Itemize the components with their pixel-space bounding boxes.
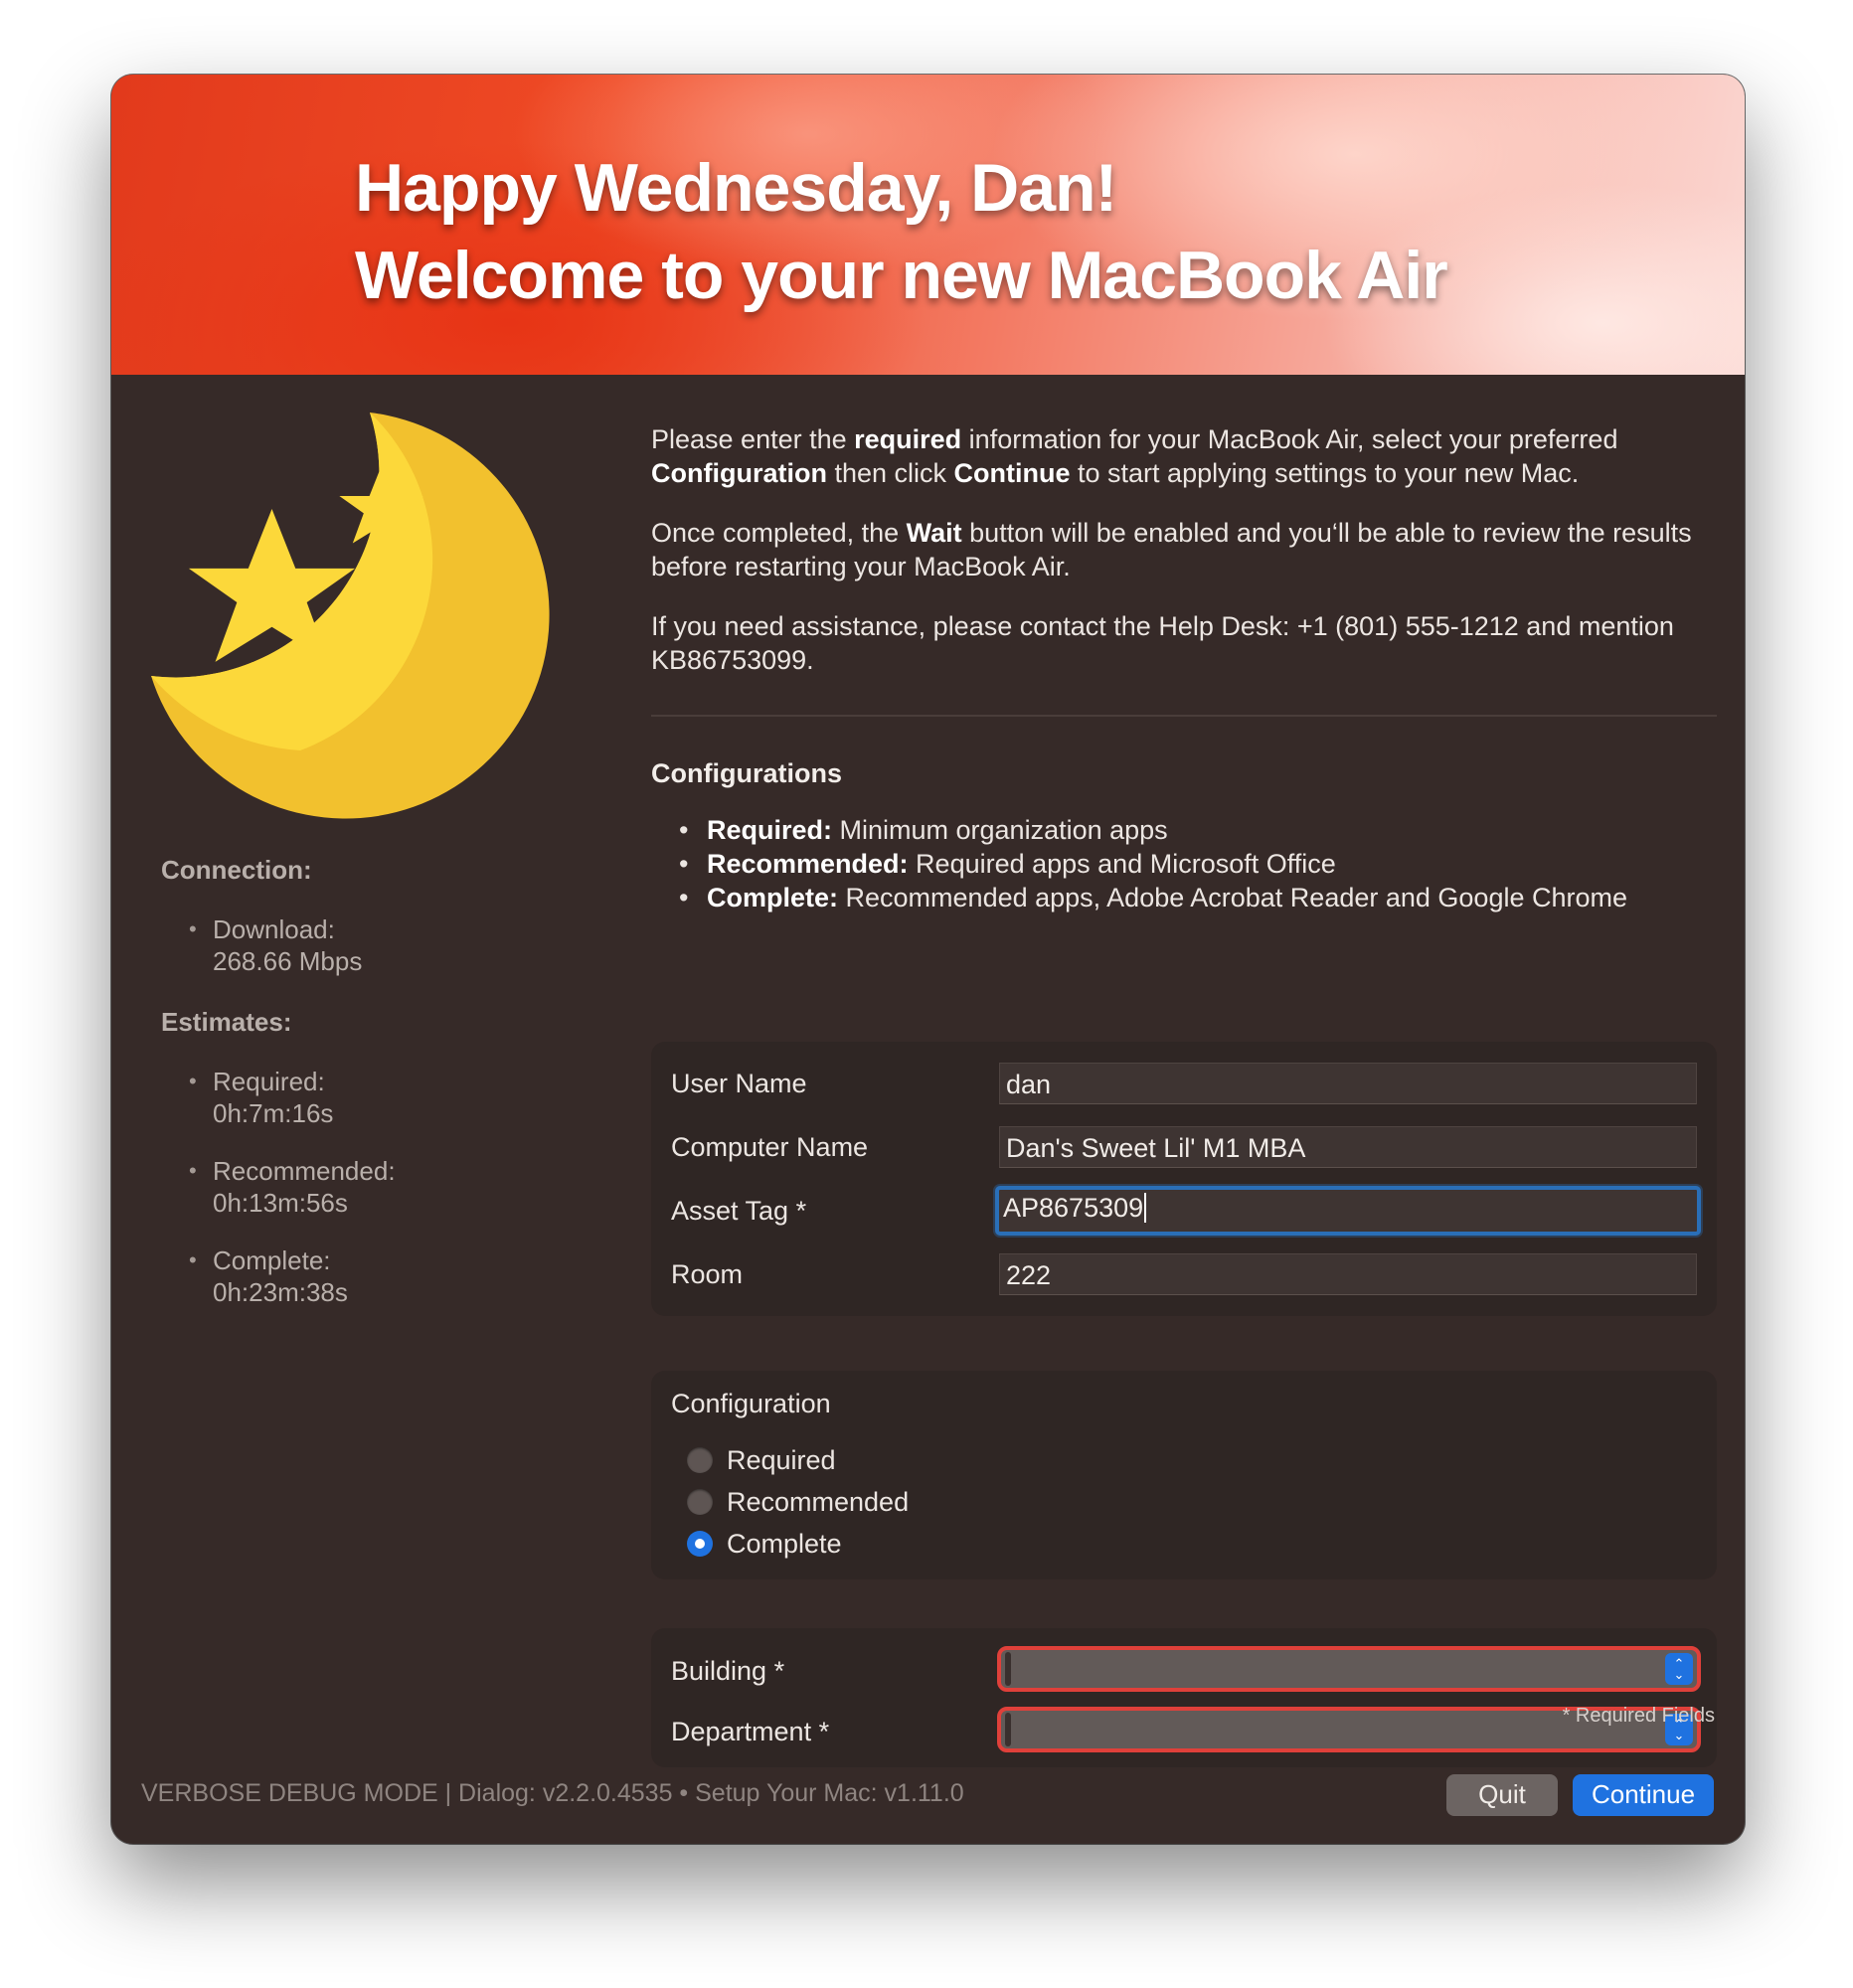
- radio-label: Required: [727, 1444, 836, 1475]
- building-row: Building * ⌃ ⌄: [671, 1646, 1701, 1694]
- main-content: Please enter the required information fo…: [651, 422, 1717, 914]
- divider: [651, 715, 1717, 717]
- estimate-label: Recommended:: [213, 1156, 396, 1186]
- building-label: Building *: [671, 1656, 785, 1686]
- setup-window: Happy Wednesday, Dan! Welcome to your ne…: [111, 75, 1745, 1844]
- user-name-input[interactable]: dan: [999, 1063, 1697, 1104]
- room-label: Room: [671, 1259, 744, 1289]
- configuration-radio-panel: Configuration Required Recommended Compl…: [651, 1371, 1717, 1579]
- user-name-row: User Name dan: [671, 1063, 1697, 1106]
- sidebar: Connection: Download: 268.66 Mbps Estima…: [161, 855, 579, 1338]
- continue-button[interactable]: Continue: [1573, 1774, 1714, 1816]
- estimate-value: 0h:13m:56s: [213, 1188, 348, 1218]
- asset-tag-input[interactable]: AP8675309: [995, 1186, 1701, 1236]
- user-name-label: User Name: [671, 1069, 807, 1098]
- moon-stars-icon: [151, 413, 569, 830]
- intro-paragraph-2: Once completed, the Wait button will be …: [651, 518, 1692, 581]
- room-input[interactable]: 222: [999, 1253, 1697, 1295]
- banner-title: Happy Wednesday, Dan! Welcome to your ne…: [355, 144, 1697, 319]
- asset-tag-row: Asset Tag * AP8675309: [671, 1186, 1701, 1236]
- estimate-required: Required: 0h:7m:16s: [161, 1066, 579, 1129]
- banner-greeting: Happy Wednesday, Dan!: [355, 150, 1117, 226]
- connection-list: Download: 268.66 Mbps: [161, 913, 579, 977]
- radio-required[interactable]: Required: [687, 1443, 836, 1477]
- department-row: Department * ⌃ ⌄: [671, 1707, 1701, 1754]
- computer-name-label: Computer Name: [671, 1132, 869, 1162]
- footer-info: VERBOSE DEBUG MODE | Dialog: v2.2.0.4535…: [141, 1779, 964, 1807]
- department-label: Department *: [671, 1717, 830, 1746]
- estimate-value: 0h:7m:16s: [213, 1098, 334, 1128]
- selects-panel: Building * ⌃ ⌄ Department * ⌃ ⌄: [651, 1628, 1717, 1767]
- radio-label: Complete: [727, 1528, 842, 1559]
- download-label: Download:: [213, 914, 335, 944]
- quit-button[interactable]: Quit: [1446, 1774, 1558, 1816]
- intro-paragraph-1: Please enter the required information fo…: [651, 424, 1618, 488]
- download-value: 268.66 Mbps: [213, 946, 363, 976]
- config-item-complete: Complete: Recommended apps, Adobe Acroba…: [651, 881, 1717, 914]
- computer-name-input[interactable]: Dan's Sweet Lil' M1 MBA: [999, 1126, 1697, 1168]
- config-item-required: Required: Minimum organization apps: [651, 813, 1717, 847]
- building-select[interactable]: ⌃ ⌄: [997, 1646, 1701, 1692]
- configurations-heading: Configurations: [651, 758, 842, 788]
- estimate-label: Required:: [213, 1067, 325, 1096]
- radio-recommended[interactable]: Recommended: [687, 1485, 909, 1519]
- radio-button[interactable]: [687, 1447, 713, 1473]
- connection-heading: Connection:: [161, 855, 312, 885]
- chevron-updown-icon: ⌃ ⌄: [1665, 1653, 1693, 1685]
- configurations-list: Required: Minimum organization apps Reco…: [651, 813, 1717, 914]
- estimates-heading: Estimates:: [161, 1007, 292, 1037]
- download-item: Download: 268.66 Mbps: [161, 913, 579, 977]
- computer-name-row: Computer Name Dan's Sweet Lil' M1 MBA: [671, 1126, 1697, 1170]
- room-row: Room 222: [671, 1253, 1697, 1297]
- radio-label: Recommended: [727, 1486, 910, 1517]
- intro-paragraph-3: If you need assistance, please contact t…: [651, 611, 1674, 675]
- radio-button-selected[interactable]: [687, 1531, 713, 1557]
- text-caret: [1144, 1193, 1147, 1223]
- estimate-label: Complete:: [213, 1245, 331, 1275]
- configuration-title: Configuration: [671, 1389, 831, 1418]
- estimate-recommended: Recommended: 0h:13m:56s: [161, 1155, 579, 1219]
- required-fields-note: * Required Fields: [1562, 1705, 1715, 1727]
- estimate-value: 0h:23m:38s: [213, 1277, 348, 1307]
- estimates-list: Required: 0h:7m:16s Recommended: 0h:13m:…: [161, 1066, 579, 1308]
- asset-tag-label: Asset Tag *: [671, 1196, 807, 1226]
- radio-button[interactable]: [687, 1489, 713, 1515]
- banner-welcome: Welcome to your new MacBook Air: [355, 238, 1448, 313]
- estimate-complete: Complete: 0h:23m:38s: [161, 1244, 579, 1308]
- config-item-recommended: Recommended: Required apps and Microsoft…: [651, 847, 1717, 881]
- radio-complete[interactable]: Complete: [687, 1527, 842, 1561]
- text-fields-panel: User Name dan Computer Name Dan's Sweet …: [651, 1042, 1717, 1316]
- banner: Happy Wednesday, Dan! Welcome to your ne…: [111, 75, 1745, 375]
